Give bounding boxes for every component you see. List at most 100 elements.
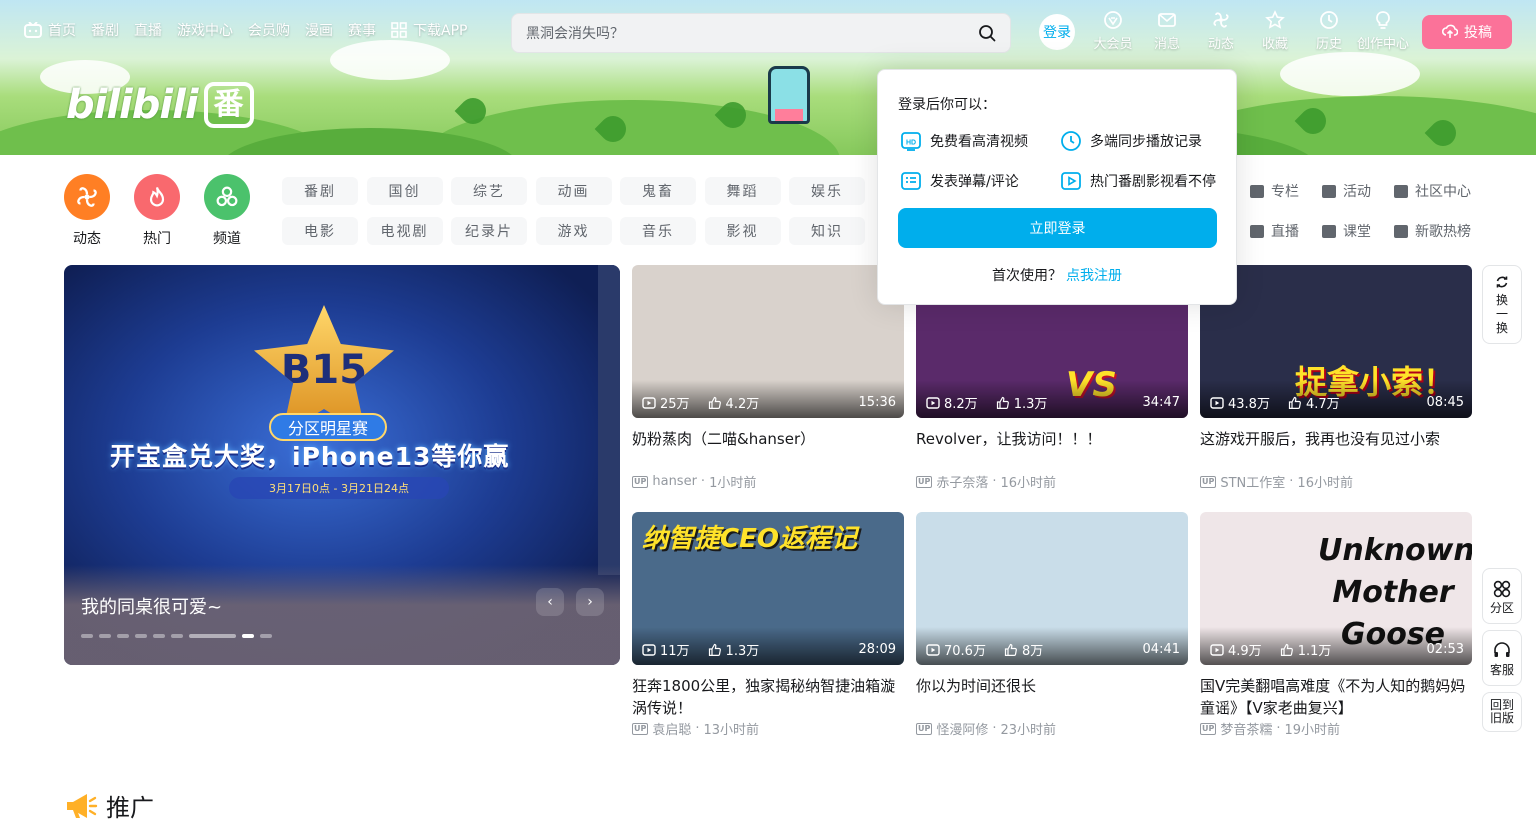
nav-favorites[interactable]: 收藏 <box>1248 10 1302 52</box>
chip-anime[interactable]: 番剧 <box>282 177 358 205</box>
refresh-button[interactable]: 换一换 <box>1482 265 1522 344</box>
nav-messages[interactable]: 消息 <box>1140 10 1194 52</box>
link-new-songs[interactable]: 新歌热榜 <box>1394 217 1494 245</box>
nav-game-center[interactable]: 游戏中心 <box>177 20 233 40</box>
play-count-icon <box>1210 643 1224 656</box>
login-now-button[interactable]: 立即登录 <box>898 208 1217 248</box>
nav-creator-center[interactable]: 创作中心 <box>1356 10 1410 52</box>
carousel-promo-date: 3月17日0点 - 3月21日24点 <box>229 477 449 499</box>
carousel-next-button[interactable]: › <box>576 588 604 616</box>
video-author[interactable]: 赤子奈落 <box>936 472 988 491</box>
chip-variety[interactable]: 综艺 <box>451 177 527 205</box>
flame-icon <box>149 187 165 207</box>
video-thumbnail[interactable]: 纳智捷CEO返程记 11万 1.3万 28:09 <box>632 512 904 665</box>
register-link[interactable]: 点我注册 <box>1066 268 1122 284</box>
carousel-caption[interactable]: 我的同桌很可爱~ <box>81 593 222 619</box>
nav-home[interactable]: 首页 <box>24 20 76 40</box>
nav-dynamics[interactable]: 动态 <box>1194 10 1248 52</box>
carousel-dot[interactable] <box>135 634 147 638</box>
chip-dance[interactable]: 舞蹈 <box>704 177 781 205</box>
chip-knowledge[interactable]: 知识 <box>789 217 865 245</box>
play-count-icon <box>642 643 656 656</box>
carousel-dot-active[interactable] <box>242 634 254 638</box>
link-live[interactable]: 直播 <box>1250 217 1322 245</box>
zone-button[interactable]: 分区 <box>1482 568 1522 624</box>
chip-documentary[interactable]: 纪录片 <box>451 217 527 245</box>
channel-dynamics[interactable]: 动态 <box>64 174 110 248</box>
nav-anime[interactable]: 番剧 <box>91 20 119 40</box>
carousel-dot[interactable] <box>81 634 93 638</box>
chip-kichiku[interactable]: 鬼畜 <box>620 177 696 205</box>
video-time: 16小时前 <box>1000 476 1057 491</box>
video-thumbnail[interactable]: 25万 4.2万 15:36 <box>632 265 904 418</box>
nav-live[interactable]: 直播 <box>134 20 162 40</box>
link-classroom[interactable]: 课堂 <box>1322 217 1394 245</box>
carousel-prev-button[interactable]: ‹ <box>536 588 564 616</box>
upload-button[interactable]: 投稿 <box>1422 15 1512 49</box>
like-icon <box>708 643 721 656</box>
video-author[interactable]: STN工作室 <box>1220 472 1285 491</box>
link-column[interactable]: 专栏 <box>1250 177 1322 205</box>
carousel-dot[interactable] <box>171 634 183 638</box>
bilibili-logo[interactable]: bilibili 番 <box>66 82 254 128</box>
video-title[interactable]: Revolver，让我访问！！！ <box>916 428 1188 472</box>
upload-icon <box>1442 24 1458 38</box>
search-input[interactable] <box>526 25 978 41</box>
search-icon[interactable] <box>978 24 996 42</box>
channel-hot-label: 热门 <box>143 231 171 247</box>
chip-movie[interactable]: 电影 <box>282 217 358 245</box>
video-thumbnail[interactable]: 捉拿小索！ 43.8万 4.7万 08:45 <box>1200 265 1472 418</box>
link-community[interactable]: 社区中心 <box>1394 177 1494 205</box>
carousel-dot[interactable] <box>260 634 272 638</box>
nav-history[interactable]: 历史 <box>1302 10 1356 52</box>
video-author[interactable]: 梦音茶糯 <box>1220 719 1272 738</box>
video-title[interactable]: 这游戏开服后，我再也没有见过小索 <box>1200 428 1472 472</box>
video-author[interactable]: 袁启聪 <box>652 719 691 738</box>
login-avatar-button[interactable]: 登录 <box>1039 14 1075 50</box>
video-meta: UP STN工作室 · 16小时前 <box>1200 472 1472 491</box>
video-title[interactable]: 国V完美翻唱高难度《不为人知的鹅妈妈童谣》【V家老曲复兴】 <box>1200 675 1472 719</box>
nav-esports[interactable]: 赛事 <box>348 20 376 40</box>
channel-channels-label: 频道 <box>213 231 241 247</box>
refresh-icon <box>1496 276 1508 288</box>
carousel-dot[interactable] <box>99 634 111 638</box>
popup-heading: 登录后你可以： <box>898 97 996 113</box>
video-card[interactable]: 纳智捷CEO返程记 11万 1.3万 28:09 狂奔1800公里，独家揭秘纳智… <box>632 512 904 738</box>
link-community-label: 社区中心 <box>1415 184 1471 200</box>
chip-animation[interactable]: 动画 <box>535 177 612 205</box>
channel-hot[interactable]: 热门 <box>134 174 180 248</box>
video-thumbnail[interactable]: Unknown Mother Goose 4.9万 1.1万 02:53 <box>1200 512 1472 665</box>
video-card[interactable]: Unknown Mother Goose 4.9万 1.1万 02:53 国V完… <box>1200 512 1472 738</box>
video-author[interactable]: hanser <box>652 474 697 489</box>
chip-tv-drama[interactable]: 电视剧 <box>366 217 443 245</box>
link-activity[interactable]: 活动 <box>1322 177 1394 205</box>
video-title[interactable]: 狂奔1800公里，独家揭秘纳智捷油箱漩涡传说！ <box>632 675 904 719</box>
video-meta: UP 赤子奈落 · 16小时前 <box>916 472 1188 491</box>
zone-label: 分区 <box>1489 601 1514 615</box>
chip-film[interactable]: 影视 <box>704 217 781 245</box>
video-card[interactable]: 70.6万 8万 04:41 你以为时间还很长 UP 怪漫阿修 · 23小时前 <box>916 512 1188 738</box>
nav-live-label: 直播 <box>134 23 162 39</box>
video-card[interactable]: 捉拿小索！ 43.8万 4.7万 08:45 这游戏开服后，我再也没有见过小索 … <box>1200 265 1472 491</box>
carousel-dot[interactable] <box>117 634 129 638</box>
video-author[interactable]: 怪漫阿修 <box>936 719 988 738</box>
video-title[interactable]: 你以为时间还很长 <box>916 675 1188 719</box>
customer-service-button[interactable]: 客服 <box>1482 630 1522 686</box>
chip-game[interactable]: 游戏 <box>535 217 612 245</box>
nav-member-shop[interactable]: 会员购 <box>248 20 290 40</box>
old-version-button[interactable]: 回到旧版 <box>1482 692 1522 732</box>
nav-manga-label: 漫画 <box>305 23 333 39</box>
chip-entertainment[interactable]: 娱乐 <box>789 177 865 205</box>
nav-vip[interactable]: 大会员 <box>1086 10 1140 52</box>
chip-guochuang[interactable]: 国创 <box>366 177 443 205</box>
video-title[interactable]: 奶粉蒸肉（二喵&hanser） <box>632 428 904 472</box>
video-thumbnail[interactable]: 70.6万 8万 04:41 <box>916 512 1188 665</box>
chip-music[interactable]: 音乐 <box>620 217 696 245</box>
carousel-dot[interactable] <box>189 634 236 638</box>
video-card[interactable]: 25万 4.2万 15:36 奶粉蒸肉（二喵&hanser） UP hanser… <box>632 265 904 491</box>
hero-carousel[interactable]: B15 分区明星赛 开宝盒兑大奖，iPhone13等你赢 3月17日0点 - 3… <box>64 265 620 665</box>
nav-manga[interactable]: 漫画 <box>305 20 333 40</box>
channel-channels[interactable]: 频道 <box>204 174 250 248</box>
nav-download-app[interactable]: 下载APP <box>391 20 467 40</box>
carousel-dot[interactable] <box>153 634 165 638</box>
